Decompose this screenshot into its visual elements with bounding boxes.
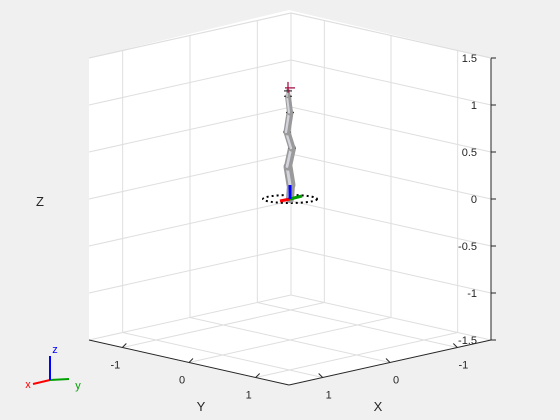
right-wall (289, 10, 491, 340)
triad-x-label: x (25, 379, 31, 391)
z-tick-label: 0.5 (462, 147, 477, 159)
left-wall (89, 10, 289, 340)
x-tick-label: 1 (326, 390, 332, 402)
orientation-triad: x y z (25, 344, 81, 392)
axes-3d[interactable]: -1 0 1 -1 0 1 -1.5 -1 -0.5 0 0.5 1 1.5 X Y Z (36, 10, 496, 414)
z-tick-label: 1.5 (462, 53, 477, 65)
y-tick-label: -1 (110, 360, 120, 372)
z-tick-label: 0 (471, 194, 477, 206)
z-axis-label: Z (36, 194, 44, 209)
y-axis-label: Y (197, 399, 206, 414)
y-tick-label: 1 (246, 390, 252, 402)
triad-y-axis (49, 378, 70, 381)
x-tick-label: 0 (393, 375, 399, 387)
x-axis-label: X (374, 399, 383, 414)
z-tick-label: 1 (471, 100, 477, 112)
triad-y-label: y (75, 380, 81, 392)
x-tick-label: -1 (458, 360, 468, 372)
z-tick-label: -1.5 (458, 335, 477, 347)
triad-z-label: z (52, 344, 58, 356)
z-tick-label: -1 (467, 288, 477, 300)
figure: -1 0 1 -1 0 1 -1.5 -1 -0.5 0 0.5 1 1.5 X Y Z x y z (25, 10, 496, 414)
base-frame-x-axis (279, 197, 291, 203)
y-tick-label: 0 (179, 375, 185, 387)
triad-x-axis (32, 379, 51, 385)
z-tick-label: -0.5 (458, 241, 477, 253)
